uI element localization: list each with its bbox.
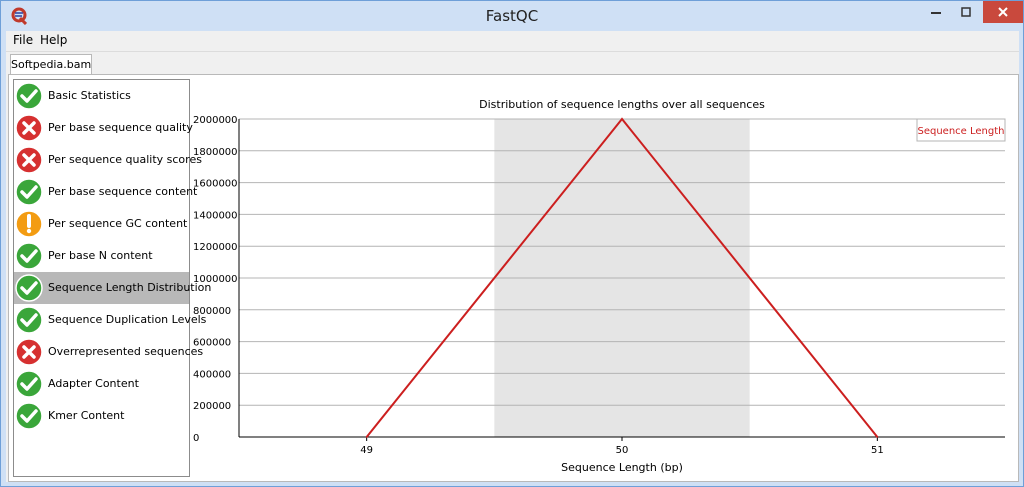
y-tick-label: 1200000 xyxy=(193,242,238,253)
menu-bar: File Help xyxy=(6,31,1019,52)
module-item[interactable]: Per sequence quality scores xyxy=(14,144,202,176)
data-point xyxy=(876,436,879,438)
module-item[interactable]: Kmer Content xyxy=(14,400,189,432)
x-tick-label: 50 xyxy=(616,445,629,456)
menu-file[interactable]: File xyxy=(13,33,33,47)
module-label: Sequence Length Distribution xyxy=(48,281,212,294)
module-item[interactable]: Sequence Length Distribution xyxy=(14,272,211,304)
check-icon xyxy=(15,402,43,430)
module-item[interactable]: Per sequence GC content xyxy=(14,208,189,240)
tab-softpedia-bam[interactable]: Softpedia.bam xyxy=(10,54,92,74)
module-label: Overrepresented sequences xyxy=(48,345,204,358)
report-panel: Basic Statistics Per base sequence qualit… xyxy=(8,74,1019,482)
check-icon xyxy=(15,274,43,302)
y-tick-label: 400000 xyxy=(193,369,231,380)
module-item[interactable]: Sequence Duplication Levels xyxy=(14,304,206,336)
module-item[interactable]: Adapter Content xyxy=(14,368,189,400)
chart-title: Distribution of sequence lengths over al… xyxy=(479,98,765,111)
check-icon xyxy=(15,82,43,110)
close-icon xyxy=(998,7,1008,17)
cross-icon xyxy=(15,114,43,142)
check-icon xyxy=(15,306,43,334)
module-label: Per sequence GC content xyxy=(48,217,188,230)
y-tick-label: 200000 xyxy=(193,401,231,412)
minimize-icon xyxy=(931,12,941,14)
module-label: Per base sequence content xyxy=(48,185,198,198)
data-point xyxy=(621,118,623,120)
legend-entry: Sequence Length xyxy=(918,126,1005,137)
fastqc-window: FastQC File Help Softpedia.bam Basic Sta… xyxy=(0,0,1024,487)
module-label: Basic Statistics xyxy=(48,89,131,102)
exclamation-icon xyxy=(15,210,43,238)
cross-icon xyxy=(15,338,43,366)
module-label: Sequence Duplication Levels xyxy=(48,313,207,326)
title-bar[interactable]: FastQC xyxy=(1,1,1023,31)
menu-help[interactable]: Help xyxy=(40,33,67,47)
y-tick-label: 0 xyxy=(193,433,199,444)
x-tick-label: 51 xyxy=(871,445,884,456)
y-tick-label: 1000000 xyxy=(193,274,238,285)
main-area: Softpedia.bam Basic Statistics Per base s… xyxy=(6,52,1019,482)
module-label: Kmer Content xyxy=(48,409,125,422)
y-tick-label: 600000 xyxy=(193,338,231,349)
module-item[interactable]: Overrepresented sequences xyxy=(14,336,203,368)
module-label: Per base sequence quality xyxy=(48,121,193,134)
x-tick-label: 49 xyxy=(360,445,373,456)
check-icon xyxy=(15,242,43,270)
y-tick-label: 1600000 xyxy=(193,179,238,190)
module-label: Adapter Content xyxy=(48,377,139,390)
window-title: FastQC xyxy=(485,7,539,25)
module-label: Per sequence quality scores xyxy=(48,153,202,166)
y-tick-label: 800000 xyxy=(193,306,231,317)
minimize-button[interactable] xyxy=(921,1,951,23)
check-icon xyxy=(15,178,43,206)
maximize-button[interactable] xyxy=(951,1,981,23)
module-item[interactable]: Per base sequence quality xyxy=(14,112,193,144)
module-item[interactable]: Basic Statistics xyxy=(14,80,189,112)
sequence-length-chart: 0 200000 400000 600000 800000 1000000 1200000 1… xyxy=(193,98,1006,474)
maximize-icon xyxy=(961,7,971,17)
module-label: Per base N content xyxy=(48,249,153,262)
module-item[interactable]: Per base sequence content xyxy=(14,176,197,208)
y-tick-label: 1800000 xyxy=(193,147,238,158)
close-button[interactable] xyxy=(983,1,1023,23)
module-item[interactable]: Per base N content xyxy=(14,240,189,272)
y-tick-label: 2000000 xyxy=(193,115,238,126)
y-tick-label: 1400000 xyxy=(193,210,238,221)
data-point xyxy=(365,436,368,438)
x-axis-label: Sequence Length (bp) xyxy=(561,461,683,474)
check-icon xyxy=(15,370,43,398)
cross-icon xyxy=(15,146,43,174)
module-list: Basic Statistics Per base sequence qualit… xyxy=(13,79,211,477)
